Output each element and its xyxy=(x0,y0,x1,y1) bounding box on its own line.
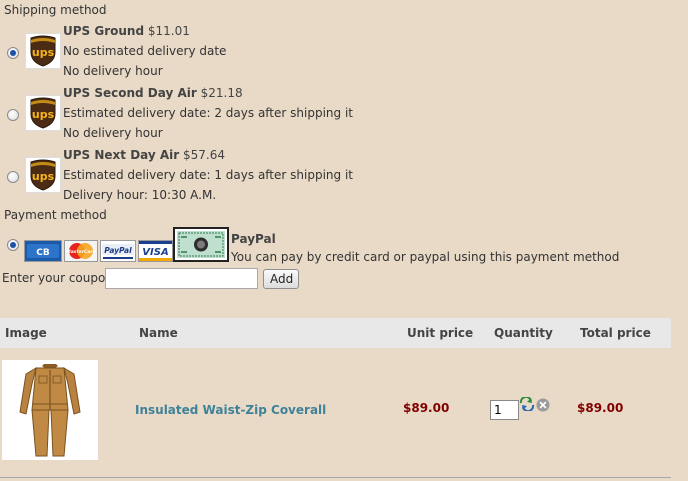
shipping-radio-ups-second-day-air[interactable] xyxy=(7,109,19,121)
shipping-option-ups-second-day-air: UPS Second Day Air $21.18 Estimated deli… xyxy=(63,83,353,143)
coupon-label: Enter your coupon xyxy=(2,271,113,285)
shipping-option-name: UPS Next Day Air xyxy=(63,148,180,162)
coupon-input[interactable] xyxy=(105,268,258,289)
shipping-option-delivery-hour: No delivery hour xyxy=(63,126,163,140)
product-image[interactable] xyxy=(2,360,98,460)
shipping-radio-ups-ground[interactable] xyxy=(7,47,19,59)
paypal-method-info: PayPal You can pay by credit card or pay… xyxy=(231,230,619,266)
payment-method-description: You can pay by credit card or paypal usi… xyxy=(231,250,620,264)
product-name-link[interactable]: Insulated Waist-Zip Coverall xyxy=(135,403,326,417)
ups-logo-icon: ups xyxy=(25,95,61,131)
shipping-option-name: UPS Second Day Air xyxy=(63,86,197,100)
shipping-option-price: $11.01 xyxy=(147,24,190,38)
visa-card-icon: VISA xyxy=(138,240,173,262)
shipping-method-heading: Shipping method xyxy=(4,3,107,17)
column-header-unit-price: Unit price xyxy=(407,326,474,340)
shipping-option-delivery-date: No estimated delivery date xyxy=(63,44,227,58)
shipping-option-name: UPS Ground xyxy=(63,24,145,38)
shipping-option-ups-ground: UPS Ground $11.01 No estimated delivery … xyxy=(63,21,226,81)
payment-method-name: PayPal xyxy=(231,232,276,246)
paypal-card-icon: PayPal xyxy=(100,240,136,262)
coverall-icon xyxy=(19,364,81,457)
cart-table-header xyxy=(0,318,671,348)
shipping-option-delivery-date: Estimated delivery date: 2 days after sh… xyxy=(63,106,353,120)
cb-card-text: CB xyxy=(36,248,50,258)
ups-logo-text: ups xyxy=(32,46,55,59)
column-header-total-price: Total price xyxy=(580,326,651,340)
remove-item-icon[interactable] xyxy=(536,398,550,412)
mastercard-text: MasterCard xyxy=(66,249,96,255)
refresh-quantity-icon[interactable] xyxy=(519,395,535,413)
ups-logo-text: ups xyxy=(32,170,55,183)
shipping-option-price: $21.18 xyxy=(200,86,243,100)
column-header-image: Image xyxy=(5,326,47,340)
column-header-quantity: Quantity xyxy=(494,326,553,340)
total-price-value: $89.00 xyxy=(577,401,624,415)
shipping-option-ups-next-day-air: UPS Next Day Air $57.64 Estimated delive… xyxy=(63,145,353,205)
mastercard-icon: MasterCard xyxy=(64,240,98,262)
shipping-option-delivery-date: Estimated delivery date: 1 days after sh… xyxy=(63,168,353,182)
shipping-option-delivery-hour: No delivery hour xyxy=(63,64,163,78)
quantity-input[interactable] xyxy=(490,400,519,420)
paypal-method-image-icon xyxy=(173,227,229,262)
payment-method-heading: Payment method xyxy=(4,208,107,222)
cb-card-icon: CB xyxy=(24,240,62,262)
ups-logo-icon: ups xyxy=(25,157,61,193)
unit-price-value: $89.00 xyxy=(403,401,450,415)
table-bottom-divider xyxy=(0,477,671,478)
visa-card-text: VISA xyxy=(142,247,168,258)
ups-logo-icon: ups xyxy=(25,33,61,69)
shipping-option-price: $57.64 xyxy=(183,148,226,162)
shipping-radio-ups-next-day-air[interactable] xyxy=(7,171,19,183)
column-header-name: Name xyxy=(139,326,178,340)
paypal-card-text: PayPal xyxy=(104,246,132,255)
add-coupon-button[interactable]: Add xyxy=(263,269,299,289)
shipping-option-delivery-hour: Delivery hour: 10:30 A.M. xyxy=(63,188,217,202)
payment-radio-paypal[interactable] xyxy=(7,239,19,251)
ups-logo-text: ups xyxy=(32,108,55,121)
